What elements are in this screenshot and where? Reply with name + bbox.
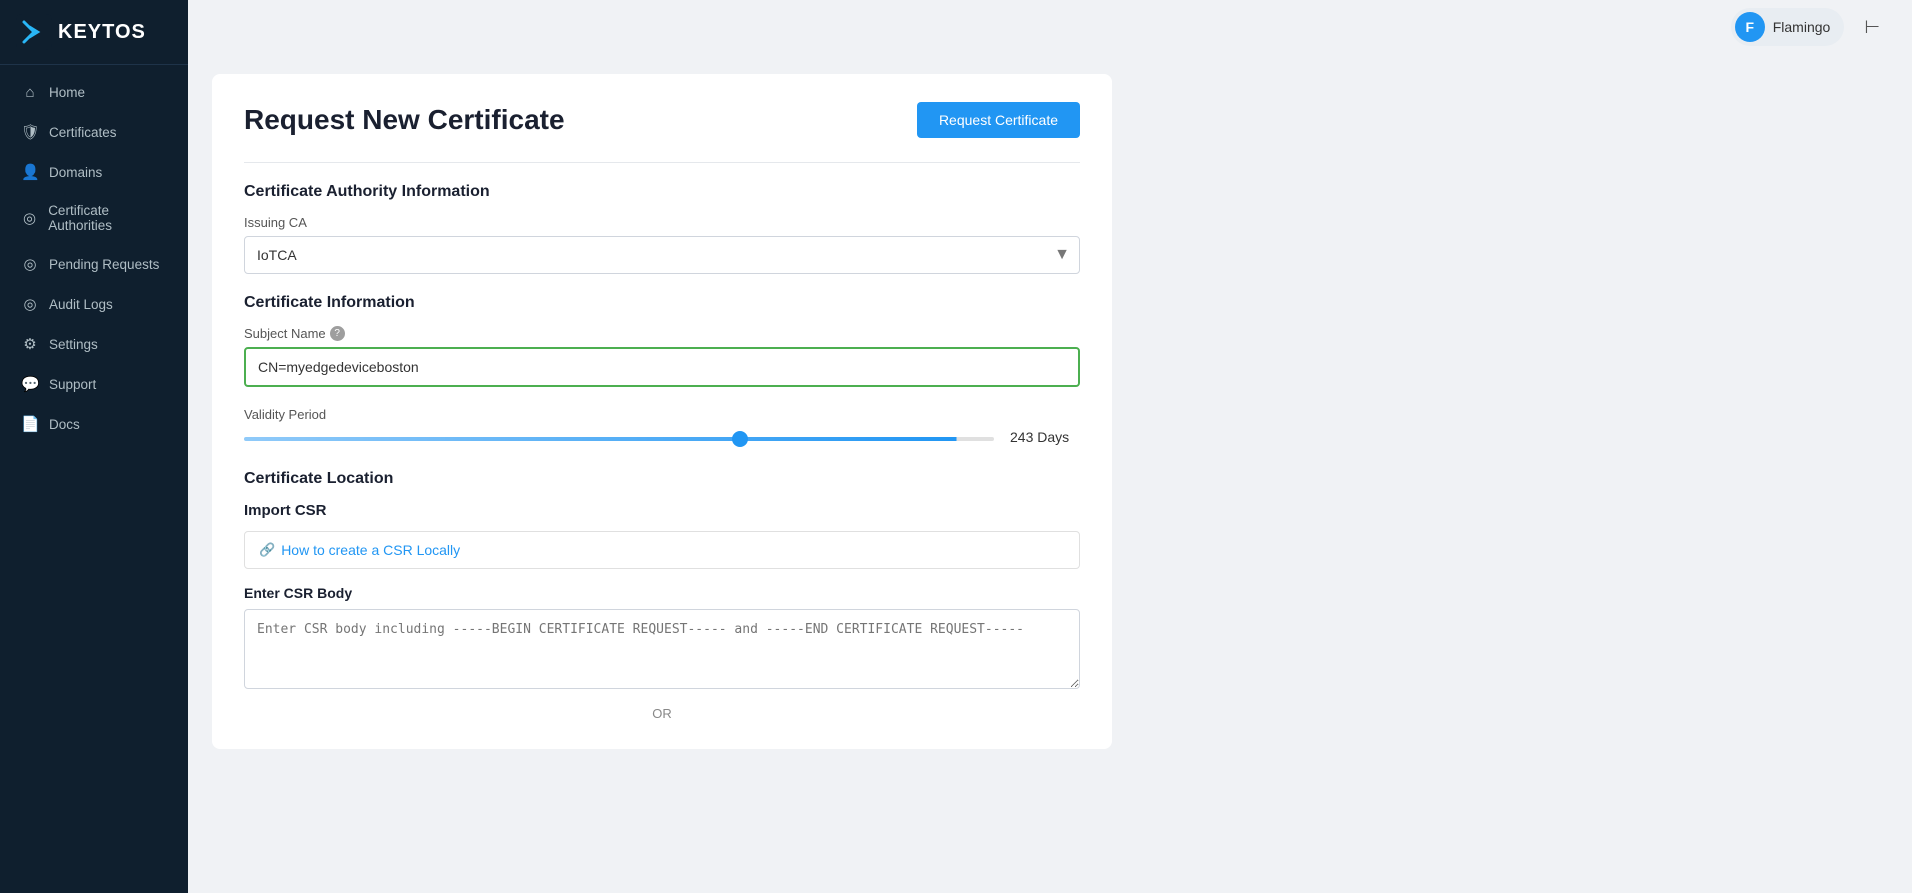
sidebar-item-docs[interactable]: 📄 Docs bbox=[0, 404, 188, 444]
validity-period-slider[interactable] bbox=[244, 437, 994, 441]
csr-body-textarea[interactable] bbox=[244, 609, 1080, 689]
topbar: F Flamingo ⊢ bbox=[188, 0, 1912, 54]
sidebar-item-support[interactable]: 💬 Support bbox=[0, 364, 188, 404]
issuing-ca-select[interactable]: IoTCA RootCA IntermediateCA bbox=[244, 236, 1080, 274]
cert-information-section: Certificate Information Subject Name ? V… bbox=[244, 294, 1080, 446]
sidebar-item-domains[interactable]: 👤 Domains bbox=[0, 152, 188, 192]
user-name: Flamingo bbox=[1773, 19, 1831, 35]
pending-icon: ◎ bbox=[21, 255, 39, 273]
validity-period-row: 243 Days bbox=[244, 428, 1080, 446]
cert-info-section-title: Certificate Information bbox=[244, 294, 1080, 312]
csr-body-label: Enter CSR Body bbox=[244, 585, 1080, 601]
how-to-csr-box: 🔗 How to create a CSR Locally bbox=[244, 531, 1080, 569]
logo-icon bbox=[16, 14, 52, 50]
sidebar-label-ca: Certificate Authorities bbox=[48, 203, 170, 233]
sidebar-item-certificates[interactable]: 🛡 Certificates bbox=[0, 112, 188, 152]
logo-area: KEYTOS bbox=[0, 0, 188, 65]
cert-location-title: Certificate Location bbox=[244, 470, 1080, 488]
sidebar-label-home: Home bbox=[49, 85, 85, 100]
audit-icon: ◎ bbox=[21, 295, 39, 313]
sidebar-label-certificates: Certificates bbox=[49, 125, 117, 140]
subject-name-input[interactable] bbox=[244, 347, 1080, 387]
avatar: F bbox=[1735, 12, 1765, 42]
validity-period-value: 243 Days bbox=[1010, 429, 1080, 445]
card-header: Request New Certificate Request Certific… bbox=[244, 102, 1080, 138]
certificates-icon: 🛡 bbox=[21, 123, 39, 141]
main-area: F Flamingo ⊢ Request New Certificate Req… bbox=[188, 0, 1912, 893]
sidebar-label-domains: Domains bbox=[49, 165, 102, 180]
or-divider: OR bbox=[244, 706, 1080, 721]
domains-icon: 👤 bbox=[21, 163, 39, 181]
slider-wrap bbox=[244, 428, 994, 446]
validity-period-label: Validity Period bbox=[244, 407, 1080, 422]
sidebar-label-pending: Pending Requests bbox=[49, 257, 159, 272]
sidebar: KEYTOS ⌂ Home 🛡 Certificates 👤 Domains ◎… bbox=[0, 0, 188, 893]
sidebar-item-audit-logs[interactable]: ◎ Audit Logs bbox=[0, 284, 188, 324]
sidebar-item-certificate-authorities[interactable]: ◎ Certificate Authorities bbox=[0, 192, 188, 244]
support-icon: 💬 bbox=[21, 375, 39, 393]
user-badge[interactable]: F Flamingo bbox=[1731, 8, 1845, 46]
subject-name-label: Subject Name ? bbox=[244, 326, 1080, 341]
sidebar-label-audit: Audit Logs bbox=[49, 297, 113, 312]
sidebar-label-docs: Docs bbox=[49, 417, 80, 432]
sidebar-item-pending-requests[interactable]: ◎ Pending Requests bbox=[0, 244, 188, 284]
sidebar-label-settings: Settings bbox=[49, 337, 98, 352]
issuing-ca-dropdown-wrap: IoTCA RootCA IntermediateCA ▼ bbox=[244, 236, 1080, 274]
sidebar-nav: ⌂ Home 🛡 Certificates 👤 Domains ◎ Certif… bbox=[0, 65, 188, 893]
docs-icon: 📄 bbox=[21, 415, 39, 433]
ca-information-section: Certificate Authority Information Issuin… bbox=[244, 183, 1080, 274]
form-card: Request New Certificate Request Certific… bbox=[212, 74, 1112, 749]
ca-icon: ◎ bbox=[21, 209, 38, 227]
header-divider bbox=[244, 162, 1080, 163]
page-title: Request New Certificate bbox=[244, 104, 565, 136]
content-area: Request New Certificate Request Certific… bbox=[188, 54, 1912, 893]
external-link-icon: 🔗 bbox=[259, 542, 275, 558]
how-to-csr-link[interactable]: 🔗 How to create a CSR Locally bbox=[259, 542, 1065, 558]
sidebar-item-home[interactable]: ⌂ Home bbox=[0, 73, 188, 112]
issuing-ca-label: Issuing CA bbox=[244, 215, 1080, 230]
ca-section-title: Certificate Authority Information bbox=[244, 183, 1080, 201]
sidebar-label-support: Support bbox=[49, 377, 96, 392]
import-csr-title: Import CSR bbox=[244, 502, 1080, 519]
settings-icon: ⚙ bbox=[21, 335, 39, 353]
logout-button[interactable]: ⊢ bbox=[1856, 13, 1888, 42]
app-logo-text: KEYTOS bbox=[58, 21, 146, 44]
request-certificate-button[interactable]: Request Certificate bbox=[917, 102, 1080, 138]
sidebar-item-settings[interactable]: ⚙ Settings bbox=[0, 324, 188, 364]
cert-location-section: Certificate Location Import CSR 🔗 How to… bbox=[244, 470, 1080, 721]
subject-name-help-icon[interactable]: ? bbox=[330, 326, 345, 341]
home-icon: ⌂ bbox=[21, 84, 39, 101]
